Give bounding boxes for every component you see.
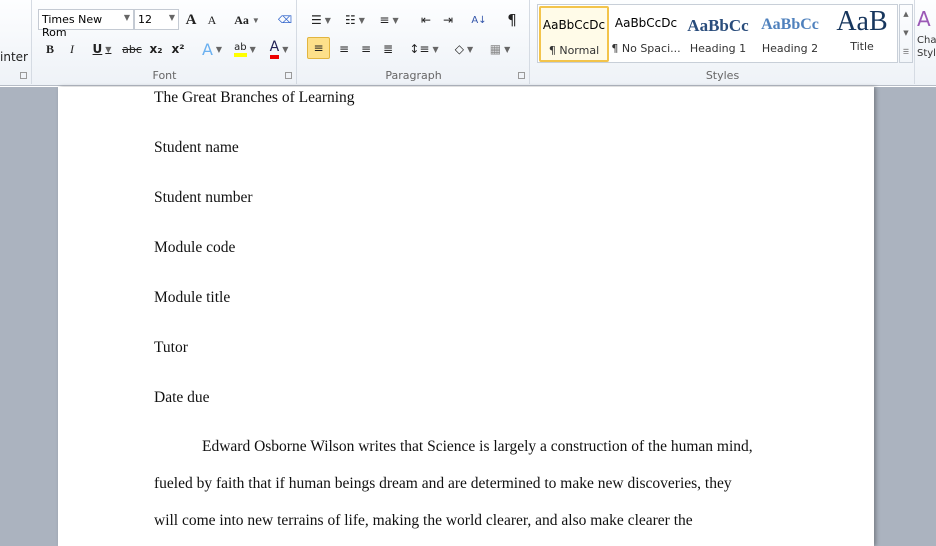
clipboard-group: inter [0, 0, 32, 84]
line-spacing-button[interactable]: ↕≡ ▼ [409, 38, 438, 60]
shading-button[interactable]: ◇ ▼ [450, 38, 478, 60]
change-styles-label: Cha Styl [917, 35, 936, 59]
style-heading-1[interactable]: AaBbCc Heading 1 [683, 6, 753, 62]
body-paragraph-line: fueled by faith that if human beings dre… [154, 475, 732, 492]
paragraph-launcher-icon[interactable] [518, 72, 525, 79]
align-right-button[interactable]: ≡ [356, 38, 376, 60]
style-preview: AaB [836, 8, 888, 37]
font-name-value: Times New Rom [42, 13, 103, 39]
style-name: ¶ Normal [548, 44, 600, 57]
change-styles-button[interactable]: A Cha Styl [917, 4, 936, 60]
body-paragraph-line: Edward Osborne Wilson writes that Scienc… [202, 438, 753, 455]
clipboard-launcher-icon[interactable] [20, 72, 27, 79]
style-no-spacing[interactable]: AaBbCcDc ¶ No Spaci... [611, 6, 681, 62]
module-code-line: Module code [154, 239, 236, 256]
font-color-button[interactable]: A ▼ [265, 38, 293, 60]
style-name: ¶ No Spaci... [611, 42, 681, 55]
student-name-line: Student name [154, 139, 239, 156]
subscript-button[interactable]: x₂ [147, 38, 165, 60]
document-title-line: The Great Branches of Learning [154, 89, 355, 106]
strikethrough-button[interactable]: abc [121, 38, 143, 60]
ribbon: inter Times New Rom ▼ 12 ▼ A A Aa ▼ ⌫ B I U… [0, 0, 936, 86]
grow-font-button[interactable]: A [181, 9, 201, 31]
change-case-label: Aa [234, 12, 249, 27]
style-preview: AaBbCc [761, 16, 819, 33]
style-name: Heading 1 [689, 42, 747, 55]
style-preview: AaBbCcDc [542, 18, 606, 32]
font-launcher-icon[interactable] [285, 72, 292, 79]
styles-group-label: Styles [705, 69, 740, 82]
bold-button[interactable]: B [41, 38, 59, 60]
module-title-line: Module title [154, 289, 231, 306]
change-styles-icon: A [917, 7, 931, 31]
body-paragraph-line: will come into new terrains of life, mak… [154, 512, 693, 529]
font-size-combo[interactable]: 12 ▼ [134, 9, 179, 30]
show-formatting-button[interactable]: ¶ [502, 9, 522, 31]
superscript-button[interactable]: x² [169, 38, 187, 60]
style-title[interactable]: AaB Title [827, 6, 897, 62]
paragraph-group: ☰ ▼ ☷ ▼ ≡ ▼ ⇤ ⇥ A↓ ¶ ≡ ≡ ≡ ≣ ↕≡ ▼ ◇ ▼ ▦ ▼ Para… [298, 0, 530, 84]
tutor-line: Tutor [154, 339, 188, 356]
highlighter-icon: ab [234, 42, 247, 57]
styles-group: AaBbCcDc ¶ Normal AaBbCcDc ¶ No Spaci... A… [531, 0, 915, 84]
underline-label: U [92, 42, 103, 56]
style-preview: AaBbCcDc [614, 16, 678, 30]
style-normal[interactable]: AaBbCcDc ¶ Normal [539, 6, 609, 62]
document-page[interactable]: The Great Branches of Learning Student n… [58, 87, 874, 546]
align-left-button[interactable]: ≡ [307, 37, 330, 59]
decrease-indent-button[interactable]: ⇤ [416, 9, 436, 31]
font-size-value: 12 [138, 13, 152, 26]
clear-formatting-icon[interactable]: ⌫ [275, 9, 295, 31]
style-preview: AaBbCc [687, 16, 749, 35]
style-heading-2[interactable]: AaBbCc Heading 2 [755, 6, 825, 62]
justify-button[interactable]: ≣ [378, 38, 398, 60]
paragraph-group-label: Paragraph [385, 69, 442, 82]
font-color-icon: A [269, 39, 280, 59]
numbering-button[interactable]: ☷ ▼ [342, 9, 368, 31]
bullets-button[interactable]: ☰ ▼ [308, 9, 334, 31]
borders-button[interactable]: ▦ ▼ [486, 38, 514, 60]
styles-scroll[interactable]: ▲ ▼ ☰ [899, 4, 913, 63]
document-workspace: The Great Branches of Learning Student n… [0, 87, 936, 546]
text-effects-button[interactable]: A ▼ [199, 38, 225, 60]
change-case-button[interactable]: Aa ▼ [233, 9, 261, 31]
italic-button[interactable]: I [63, 38, 81, 60]
underline-button[interactable]: U ▼ [87, 38, 117, 60]
shrink-font-button[interactable]: A [203, 9, 221, 31]
font-name-combo[interactable]: Times New Rom ▼ [38, 9, 134, 39]
font-group-label: Font [152, 69, 177, 82]
highlight-button[interactable]: ab ▼ [231, 38, 259, 60]
style-name: Heading 2 [761, 42, 819, 55]
date-due-line: Date due [154, 389, 210, 406]
font-group: Times New Rom ▼ 12 ▼ A A Aa ▼ ⌫ B I U ▼ abc … [33, 0, 297, 84]
format-painter-button[interactable]: inter [0, 46, 28, 68]
student-number-line: Student number [154, 189, 253, 206]
style-name: Title [850, 40, 874, 53]
increase-indent-button[interactable]: ⇥ [438, 9, 458, 31]
sort-button[interactable]: A↓ [468, 9, 490, 31]
align-center-button[interactable]: ≡ [334, 38, 354, 60]
multilevel-list-button[interactable]: ≡ ▼ [376, 9, 402, 31]
